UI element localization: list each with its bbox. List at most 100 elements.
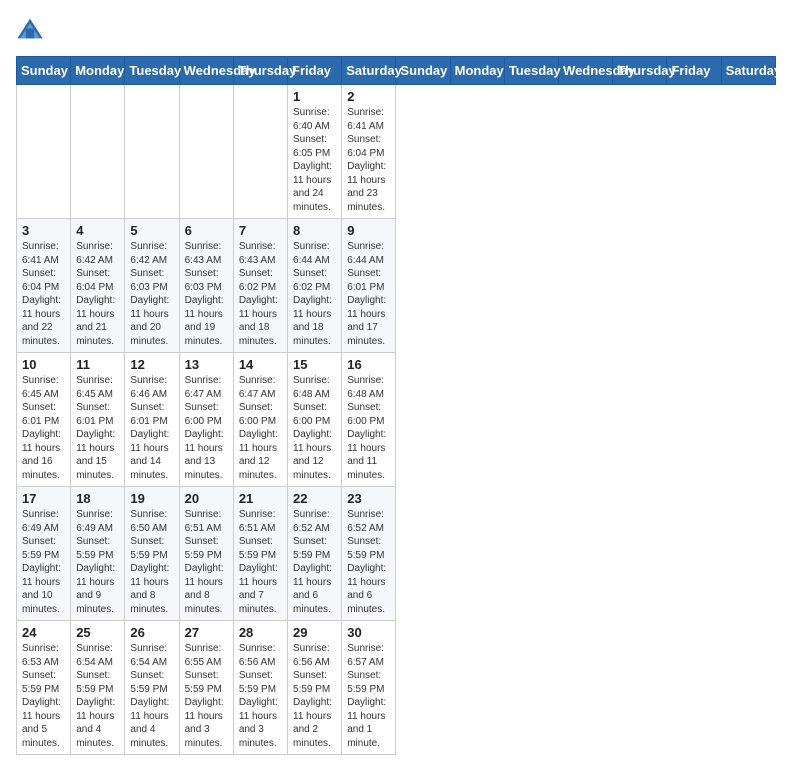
day-number: 26 — [130, 625, 173, 640]
day-info: Sunrise: 6:43 AM Sunset: 6:02 PM Dayligh… — [239, 240, 282, 348]
weekday-header-thursday: Thursday — [233, 57, 287, 85]
day-info: Sunrise: 6:49 AM Sunset: 5:59 PM Dayligh… — [22, 508, 65, 616]
day-number: 16 — [347, 357, 390, 372]
day-info: Sunrise: 6:56 AM Sunset: 5:59 PM Dayligh… — [293, 642, 336, 750]
calendar-week-row: 10Sunrise: 6:45 AM Sunset: 6:01 PM Dayli… — [17, 353, 776, 487]
day-number: 3 — [22, 223, 65, 238]
weekday-header-friday: Friday — [288, 57, 342, 85]
calendar-empty-cell — [233, 85, 287, 219]
day-number: 9 — [347, 223, 390, 238]
weekday-header-sunday: Sunday — [17, 57, 71, 85]
day-number: 29 — [293, 625, 336, 640]
day-number: 8 — [293, 223, 336, 238]
calendar-day-16: 16 Sunrise: 6:48 AM Sunset: 6:00 PM Dayli… — [342, 353, 396, 487]
weekday-header-wednesday: Wednesday — [559, 57, 613, 85]
logo-icon — [16, 16, 44, 44]
calendar-day-11: 11 Sunrise: 6:45 AM Sunset: 6:01 PM Dayli… — [71, 353, 125, 487]
day-info: Sunrise: 6:44 AM Sunset: 6:02 PM Dayligh… — [293, 240, 336, 348]
calendar-day-26: 26 Sunrise: 6:54 AM Sunset: 5:59 PM Dayli… — [125, 621, 179, 755]
header — [16, 16, 776, 44]
calendar-day-17: 17 Sunrise: 6:49 AM Sunset: 5:59 PM Dayli… — [17, 487, 71, 621]
calendar-empty-cell — [179, 85, 233, 219]
day-number: 25 — [76, 625, 119, 640]
calendar-day-9: 9Sunrise: 6:44 AM Sunset: 6:01 PM Daylig… — [342, 219, 396, 353]
calendar-day-20: 20Sunrise: 6:51 AM Sunset: 5:59 PM Dayli… — [179, 487, 233, 621]
day-number: 24 — [22, 625, 65, 640]
day-info: Sunrise: 6:40 AM Sunset: 6:05 PM Dayligh… — [293, 106, 336, 214]
calendar-day-22: 22 Sunrise: 6:52 AM Sunset: 5:59 PM Dayli… — [288, 487, 342, 621]
day-number: 19 — [130, 491, 173, 506]
day-info: Sunrise: 6:49 AM Sunset: 5:59 PM Dayligh… — [76, 508, 119, 616]
calendar-day-6: 6Sunrise: 6:43 AM Sunset: 6:03 PM Daylig… — [179, 219, 233, 353]
day-info: Sunrise: 6:52 AM Sunset: 5:59 PM Dayligh… — [347, 508, 390, 616]
calendar-day-18: 18 Sunrise: 6:49 AM Sunset: 5:59 PM Dayli… — [71, 487, 125, 621]
calendar-header-row: SundayMondayTuesdayWednesdayThursdayFrid… — [17, 57, 776, 85]
day-info: Sunrise: 6:46 AM Sunset: 6:01 PM Dayligh… — [130, 374, 173, 482]
logo — [16, 16, 48, 44]
day-info: Sunrise: 6:54 AM Sunset: 5:59 PM Dayligh… — [130, 642, 173, 750]
calendar-day-19: 19 Sunrise: 6:50 AM Sunset: 5:59 PM Dayli… — [125, 487, 179, 621]
calendar-day-30: 30 Sunrise: 6:57 AM Sunset: 5:59 PM Dayli… — [342, 621, 396, 755]
day-info: Sunrise: 6:41 AM Sunset: 6:04 PM Dayligh… — [22, 240, 65, 348]
day-number: 11 — [76, 357, 119, 372]
day-info: Sunrise: 6:48 AM Sunset: 6:00 PM Dayligh… — [293, 374, 336, 482]
day-number: 14 — [239, 357, 282, 372]
day-info: Sunrise: 6:53 AM Sunset: 5:59 PM Dayligh… — [22, 642, 65, 750]
day-number: 15 — [293, 357, 336, 372]
day-info: Sunrise: 6:45 AM Sunset: 6:01 PM Dayligh… — [76, 374, 119, 482]
day-info: Sunrise: 6:48 AM Sunset: 6:00 PM Dayligh… — [347, 374, 390, 482]
weekday-header-tuesday: Tuesday — [504, 57, 558, 85]
calendar-week-row: 3 Sunrise: 6:41 AM Sunset: 6:04 PM Daylig… — [17, 219, 776, 353]
day-info: Sunrise: 6:45 AM Sunset: 6:01 PM Dayligh… — [22, 374, 65, 482]
day-number: 27 — [185, 625, 228, 640]
day-number: 23 — [347, 491, 390, 506]
day-number: 21 — [239, 491, 282, 506]
calendar-week-row: 17 Sunrise: 6:49 AM Sunset: 5:59 PM Dayli… — [17, 487, 776, 621]
calendar-day-27: 27Sunrise: 6:55 AM Sunset: 5:59 PM Dayli… — [179, 621, 233, 755]
day-number: 13 — [185, 357, 228, 372]
day-info: Sunrise: 6:57 AM Sunset: 5:59 PM Dayligh… — [347, 642, 390, 750]
day-info: Sunrise: 6:50 AM Sunset: 5:59 PM Dayligh… — [130, 508, 173, 616]
calendar-day-4: 4 Sunrise: 6:42 AM Sunset: 6:04 PM Daylig… — [71, 219, 125, 353]
calendar-day-12: 12 Sunrise: 6:46 AM Sunset: 6:01 PM Dayli… — [125, 353, 179, 487]
day-number: 17 — [22, 491, 65, 506]
calendar-day-25: 25Sunrise: 6:54 AM Sunset: 5:59 PM Dayli… — [71, 621, 125, 755]
weekday-header-sunday: Sunday — [396, 57, 450, 85]
calendar-day-8: 8 Sunrise: 6:44 AM Sunset: 6:02 PM Daylig… — [288, 219, 342, 353]
calendar-empty-cell — [71, 85, 125, 219]
day-number: 1 — [293, 89, 336, 104]
calendar-day-23: 23 Sunrise: 6:52 AM Sunset: 5:59 PM Dayli… — [342, 487, 396, 621]
calendar-day-7: 7 Sunrise: 6:43 AM Sunset: 6:02 PM Daylig… — [233, 219, 287, 353]
calendar-day-5: 5Sunrise: 6:42 AM Sunset: 6:03 PM Daylig… — [125, 219, 179, 353]
calendar-week-row: 24 Sunrise: 6:53 AM Sunset: 5:59 PM Dayli… — [17, 621, 776, 755]
weekday-header-saturday: Saturday — [721, 57, 775, 85]
calendar-empty-cell — [125, 85, 179, 219]
calendar-day-3: 3 Sunrise: 6:41 AM Sunset: 6:04 PM Daylig… — [17, 219, 71, 353]
weekday-header-wednesday: Wednesday — [179, 57, 233, 85]
day-info: Sunrise: 6:42 AM Sunset: 6:04 PM Dayligh… — [76, 240, 119, 348]
day-number: 30 — [347, 625, 390, 640]
day-number: 4 — [76, 223, 119, 238]
calendar-week-row: 1 Sunrise: 6:40 AM Sunset: 6:05 PM Daylig… — [17, 85, 776, 219]
weekday-header-thursday: Thursday — [613, 57, 667, 85]
calendar-day-24: 24 Sunrise: 6:53 AM Sunset: 5:59 PM Dayli… — [17, 621, 71, 755]
calendar-day-21: 21Sunrise: 6:51 AM Sunset: 5:59 PM Dayli… — [233, 487, 287, 621]
weekday-header-saturday: Saturday — [342, 57, 396, 85]
day-info: Sunrise: 6:42 AM Sunset: 6:03 PM Dayligh… — [130, 240, 173, 348]
day-number: 22 — [293, 491, 336, 506]
day-info: Sunrise: 6:41 AM Sunset: 6:04 PM Dayligh… — [347, 106, 390, 214]
day-number: 7 — [239, 223, 282, 238]
calendar-empty-cell — [17, 85, 71, 219]
weekday-header-tuesday: Tuesday — [125, 57, 179, 85]
day-number: 12 — [130, 357, 173, 372]
calendar-day-15: 15 Sunrise: 6:48 AM Sunset: 6:00 PM Dayli… — [288, 353, 342, 487]
calendar-day-14: 14 Sunrise: 6:47 AM Sunset: 6:00 PM Dayli… — [233, 353, 287, 487]
day-number: 18 — [76, 491, 119, 506]
day-info: Sunrise: 6:52 AM Sunset: 5:59 PM Dayligh… — [293, 508, 336, 616]
calendar-day-29: 29 Sunrise: 6:56 AM Sunset: 5:59 PM Dayli… — [288, 621, 342, 755]
calendar-day-13: 13Sunrise: 6:47 AM Sunset: 6:00 PM Dayli… — [179, 353, 233, 487]
day-number: 28 — [239, 625, 282, 640]
calendar-day-2: 2Sunrise: 6:41 AM Sunset: 6:04 PM Daylig… — [342, 85, 396, 219]
day-info: Sunrise: 6:47 AM Sunset: 6:00 PM Dayligh… — [239, 374, 282, 482]
day-number: 6 — [185, 223, 228, 238]
